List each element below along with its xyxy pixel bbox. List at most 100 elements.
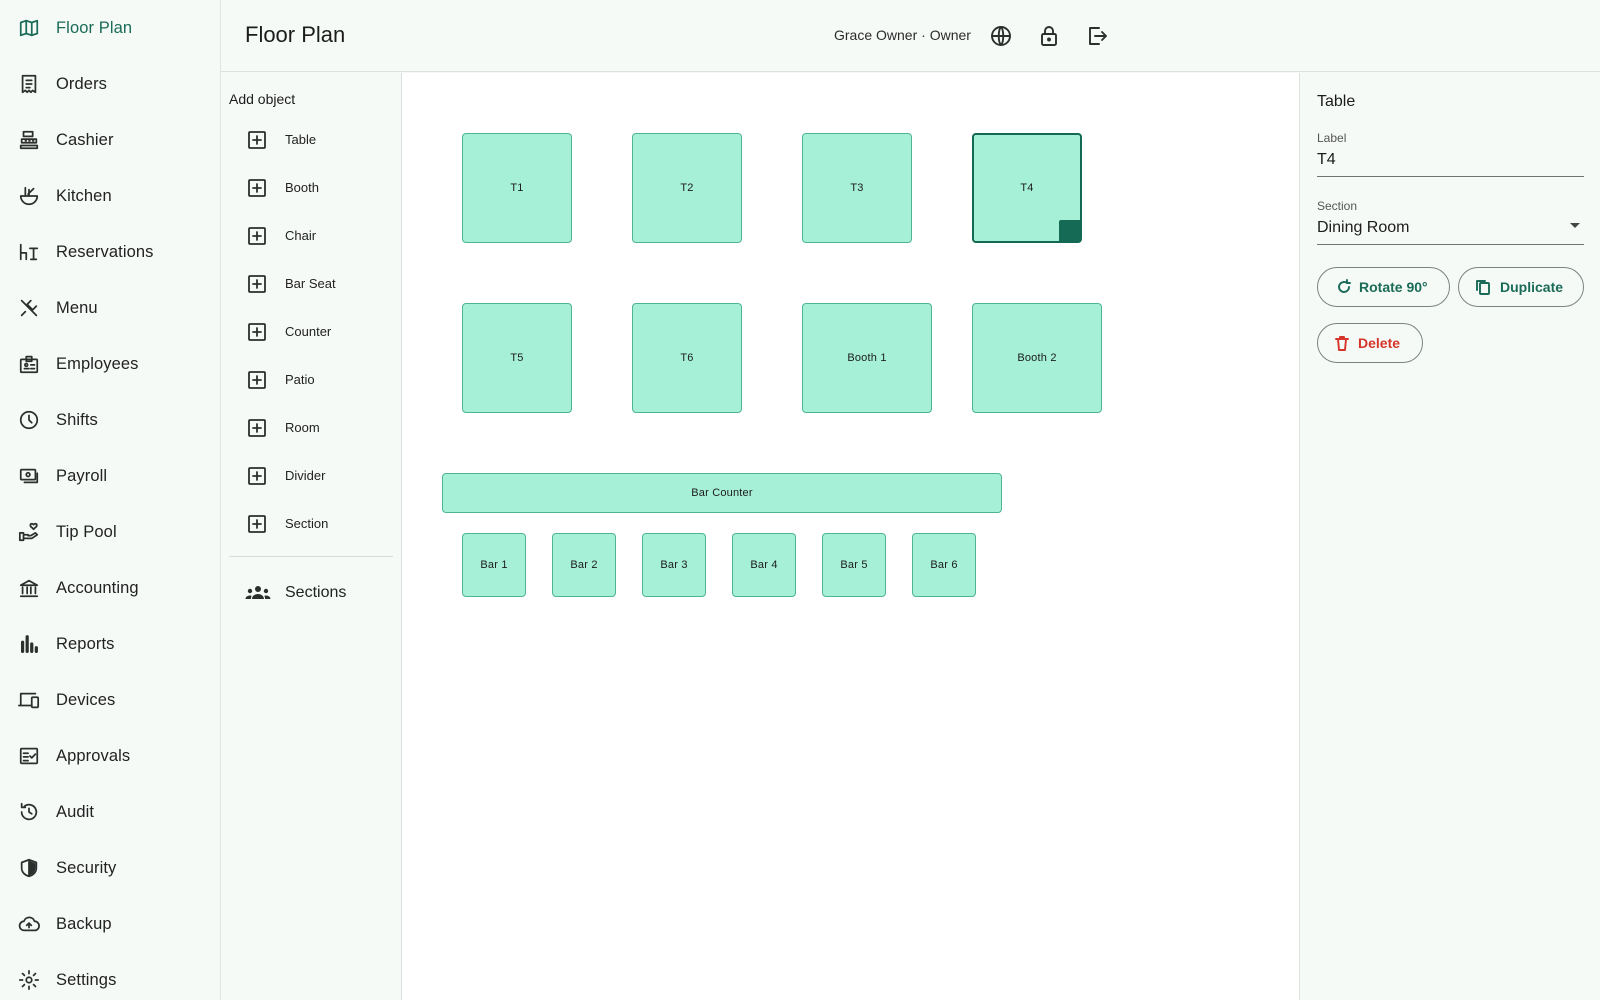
clock-icon xyxy=(18,409,40,431)
delete-button[interactable]: Delete xyxy=(1317,323,1423,363)
rotate-90-button[interactable]: Rotate 90° xyxy=(1317,267,1450,307)
label-field-label: Label xyxy=(1317,131,1347,145)
gear-icon xyxy=(18,969,40,991)
add-counter-button[interactable]: Counter xyxy=(221,312,401,352)
add-item-label: Bar Seat xyxy=(285,276,336,291)
label-field[interactable]: Label T4 xyxy=(1317,131,1584,177)
nav-item-label: Reports xyxy=(56,634,115,653)
ramen-bowl-icon xyxy=(18,185,40,207)
nav-item-label: Tip Pool xyxy=(56,522,117,541)
properties-title: Table xyxy=(1317,93,1356,110)
floor-plan-canvas[interactable]: T1 T2 T3 T4 T5 T6 Booth 1 Booth 2 Bar Co… xyxy=(402,73,1299,1000)
floor-object-t3[interactable]: T3 xyxy=(802,133,912,243)
floor-object-bar-counter[interactable]: Bar Counter xyxy=(442,473,1002,513)
nav-item-payroll[interactable]: Payroll xyxy=(0,448,220,504)
nav-item-label: Shifts xyxy=(56,410,98,429)
logout-icon[interactable] xyxy=(1085,24,1109,48)
receipt-icon xyxy=(18,73,40,95)
checklist-icon xyxy=(18,745,40,767)
sections-label: Sections xyxy=(285,584,347,601)
duplicate-button[interactable]: Duplicate xyxy=(1458,267,1584,307)
nav-item-tip-pool[interactable]: Tip Pool xyxy=(0,504,220,560)
nav-item-approvals[interactable]: Approvals xyxy=(0,728,220,784)
nav-item-label: Menu xyxy=(56,298,98,317)
nav-item-orders[interactable]: Orders xyxy=(0,56,220,112)
floor-object-bar-3[interactable]: Bar 3 xyxy=(642,533,706,597)
nav-item-menu[interactable]: Menu xyxy=(0,280,220,336)
floor-object-t4[interactable]: T4 xyxy=(972,133,1082,243)
duplicate-label: Duplicate xyxy=(1500,279,1564,295)
nav-item-floor-plan[interactable]: Floor Plan xyxy=(0,0,220,56)
add-divider-button[interactable]: Divider xyxy=(221,456,401,496)
floor-object-t6[interactable]: T6 xyxy=(632,303,742,413)
add-box-icon xyxy=(247,514,267,534)
add-box-icon xyxy=(247,178,267,198)
floor-object-bar-6[interactable]: Bar 6 xyxy=(912,533,976,597)
add-chair-button[interactable]: Chair xyxy=(221,216,401,256)
nav-item-label: Audit xyxy=(56,802,95,821)
nav-item-label: Payroll xyxy=(56,466,108,485)
label-field-value: T4 xyxy=(1317,151,1336,168)
floor-object-t1[interactable]: T1 xyxy=(462,133,572,243)
add-patio-button[interactable]: Patio xyxy=(221,360,401,400)
nav-item-backup[interactable]: Backup xyxy=(0,896,220,952)
add-room-button[interactable]: Room xyxy=(221,408,401,448)
utensils-icon xyxy=(18,297,40,319)
floor-object-booth-1[interactable]: Booth 1 xyxy=(802,303,932,413)
cash-register-icon xyxy=(18,129,40,151)
groups-icon xyxy=(245,583,271,603)
add-booth-button[interactable]: Booth xyxy=(221,168,401,208)
nav-item-security[interactable]: Security xyxy=(0,840,220,896)
add-box-icon xyxy=(247,418,267,438)
add-item-label: Divider xyxy=(285,468,326,483)
nav-item-label: Employees xyxy=(56,354,139,373)
sidebar-nav: Floor Plan Orders Cashier Kitchen Reserv… xyxy=(0,0,221,1000)
nav-item-kitchen[interactable]: Kitchen xyxy=(0,168,220,224)
floor-object-bar-2[interactable]: Bar 2 xyxy=(552,533,616,597)
add-object-title: Add object xyxy=(229,91,296,107)
sections-button[interactable]: Sections xyxy=(221,573,401,613)
floor-object-bar-4[interactable]: Bar 4 xyxy=(732,533,796,597)
nav-item-audit[interactable]: Audit xyxy=(0,784,220,840)
top-header: Floor Plan Grace Owner · Owner xyxy=(221,0,1600,72)
devices-icon xyxy=(18,689,40,711)
globe-icon[interactable] xyxy=(989,24,1013,48)
bank-icon xyxy=(18,577,40,599)
resize-handle[interactable] xyxy=(1059,220,1080,241)
add-bar-seat-button[interactable]: Bar Seat xyxy=(221,264,401,304)
add-table-button[interactable]: Table xyxy=(221,120,401,160)
nav-item-shifts[interactable]: Shifts xyxy=(0,392,220,448)
nav-item-cashier[interactable]: Cashier xyxy=(0,112,220,168)
add-box-icon xyxy=(247,466,267,486)
nav-item-employees[interactable]: Employees xyxy=(0,336,220,392)
hand-heart-icon xyxy=(18,521,40,543)
add-section-button[interactable]: Section xyxy=(221,504,401,544)
add-box-icon xyxy=(247,274,267,294)
floor-object-bar-5[interactable]: Bar 5 xyxy=(822,533,886,597)
nav-item-devices[interactable]: Devices xyxy=(0,672,220,728)
nav-item-settings[interactable]: Settings xyxy=(0,952,220,1000)
nav-item-label: Orders xyxy=(56,74,108,93)
cloud-upload-icon xyxy=(18,913,40,935)
rotate-label: Rotate 90° xyxy=(1359,279,1428,295)
delete-label: Delete xyxy=(1358,335,1401,351)
floor-object-t5[interactable]: T5 xyxy=(462,303,572,413)
copy-icon xyxy=(1475,279,1491,295)
shield-icon xyxy=(18,857,40,879)
floor-object-t2[interactable]: T2 xyxy=(632,133,742,243)
nav-item-label: Approvals xyxy=(56,746,131,765)
current-user-label: Grace Owner · Owner xyxy=(834,27,971,43)
floor-object-booth-2[interactable]: Booth 2 xyxy=(972,303,1102,413)
add-item-label: Room xyxy=(285,420,320,435)
badge-icon xyxy=(18,353,40,375)
nav-item-label: Security xyxy=(56,858,117,877)
floor-object-bar-1[interactable]: Bar 1 xyxy=(462,533,526,597)
add-item-label: Booth xyxy=(285,180,319,195)
nav-item-reports[interactable]: Reports xyxy=(0,616,220,672)
payments-icon xyxy=(18,465,40,487)
add-box-icon xyxy=(247,322,267,342)
nav-item-accounting[interactable]: Accounting xyxy=(0,560,220,616)
lock-icon[interactable] xyxy=(1037,24,1061,48)
section-select[interactable]: Section Dining Room xyxy=(1317,199,1584,245)
nav-item-reservations[interactable]: Reservations xyxy=(0,224,220,280)
